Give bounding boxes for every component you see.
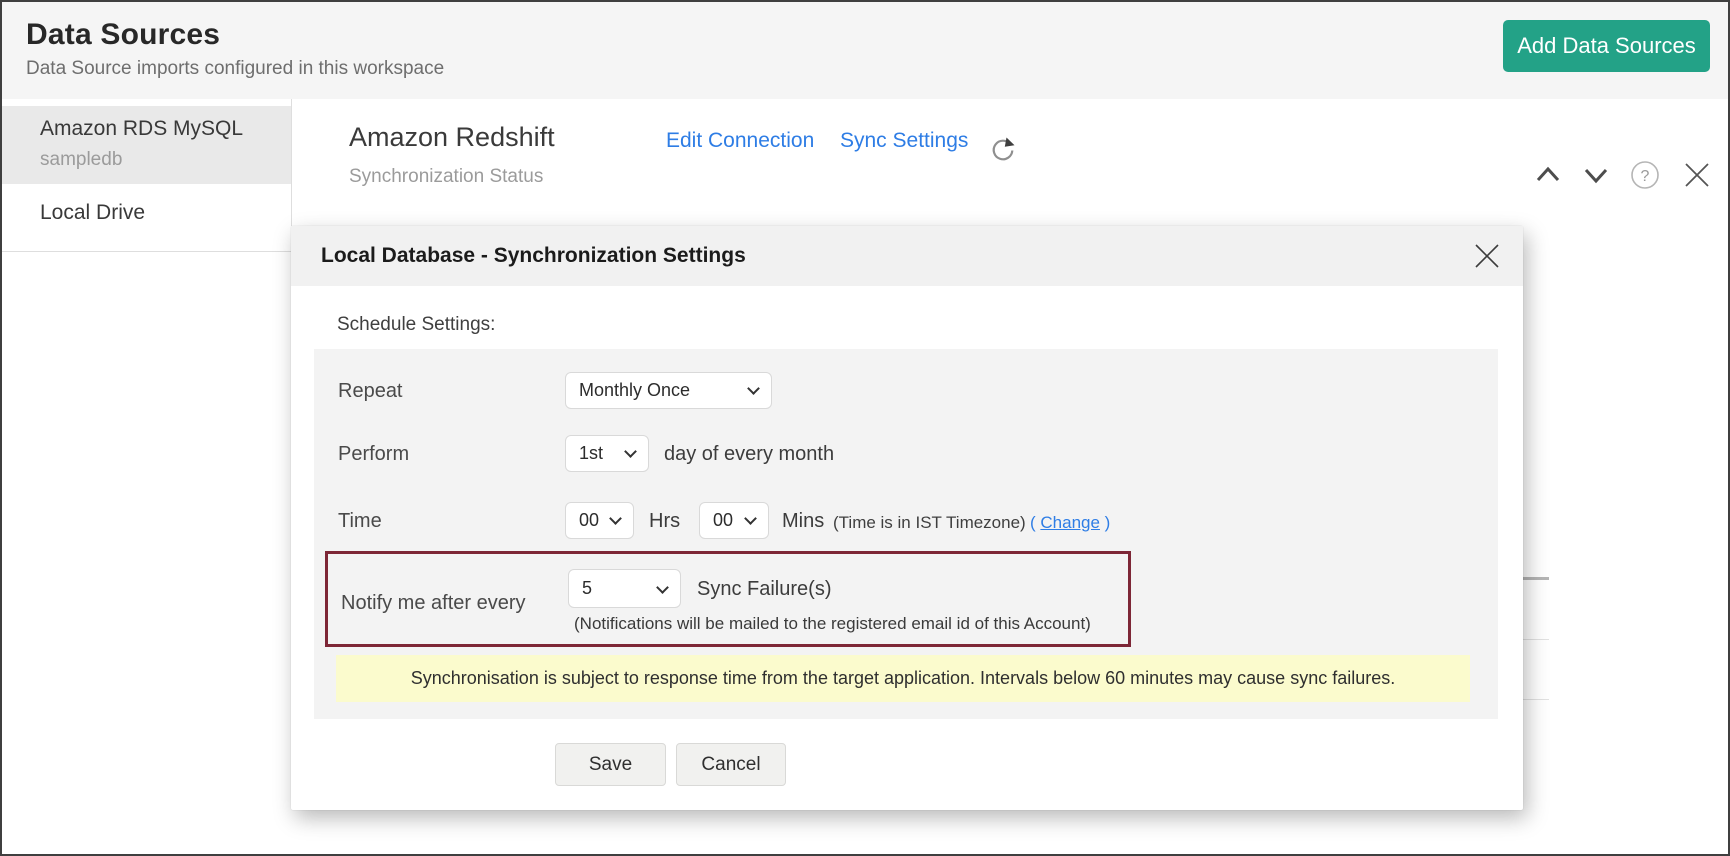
notify-note: (Notifications will be mailed to the reg… bbox=[574, 614, 1091, 634]
modal-header: Local Database - Synchronization Setting… bbox=[291, 226, 1523, 286]
modal-close-icon[interactable] bbox=[1473, 242, 1501, 270]
sidebar-item-local-drive[interactable]: Local Drive bbox=[2, 184, 291, 238]
refresh-icon[interactable] bbox=[988, 136, 1018, 166]
page-title: Data Sources bbox=[26, 18, 220, 52]
repeat-select-value: Monthly Once bbox=[579, 380, 690, 400]
sync-warning-banner: Synchronisation is subject to response t… bbox=[336, 655, 1470, 702]
repeat-label: Repeat bbox=[338, 380, 403, 403]
hours-suffix-label: Hrs bbox=[649, 510, 680, 533]
select-chevron-icon bbox=[744, 512, 757, 525]
cancel-button[interactable]: Cancel bbox=[676, 743, 786, 786]
perform-suffix-label: day of every month bbox=[664, 443, 834, 466]
synchronization-status-label: Synchronization Status bbox=[349, 166, 543, 188]
perform-label: Perform bbox=[338, 443, 409, 466]
help-icon[interactable]: ? bbox=[1630, 160, 1660, 190]
sidebar-item-sublabel: sampledb bbox=[40, 149, 291, 171]
time-hours-select-value: 00 bbox=[579, 510, 599, 530]
page-header: Data Sources Data Source imports configu… bbox=[2, 2, 1728, 99]
sync-settings-modal: Local Database - Synchronization Setting… bbox=[291, 226, 1523, 810]
schedule-settings-panel: Repeat Monthly Once Perform 1st day of e… bbox=[314, 349, 1498, 719]
save-button[interactable]: Save bbox=[555, 743, 666, 786]
notify-label: Notify me after every bbox=[341, 592, 526, 615]
modal-title: Local Database - Synchronization Setting… bbox=[321, 226, 746, 286]
select-chevron-icon bbox=[609, 512, 622, 525]
select-chevron-icon bbox=[624, 445, 637, 458]
change-link-text: Change bbox=[1040, 513, 1100, 532]
chevron-down-icon[interactable] bbox=[1582, 166, 1610, 186]
sync-settings-link[interactable]: Sync Settings bbox=[840, 129, 968, 153]
datasource-sidebar: Amazon RDS MySQL sampledb Local Drive bbox=[2, 99, 292, 252]
time-minutes-select[interactable]: 00 bbox=[699, 502, 769, 539]
background-table-line bbox=[1523, 699, 1549, 700]
datasource-title: Amazon Redshift bbox=[349, 122, 555, 153]
background-table-line bbox=[1523, 577, 1549, 580]
sync-failures-suffix-label: Sync Failure(s) bbox=[697, 578, 831, 601]
notify-count-select[interactable]: 5 bbox=[568, 569, 681, 608]
change-timezone-link[interactable]: ( Change ) bbox=[1030, 513, 1110, 533]
background-table-line bbox=[1523, 639, 1549, 640]
time-minutes-select-value: 00 bbox=[713, 510, 733, 530]
minutes-suffix-label: Mins bbox=[782, 510, 824, 533]
edit-connection-link[interactable]: Edit Connection bbox=[666, 129, 814, 153]
sidebar-item-label: Amazon RDS MySQL bbox=[40, 117, 291, 141]
time-label: Time bbox=[338, 510, 382, 533]
perform-day-select-value: 1st bbox=[579, 443, 603, 463]
select-chevron-icon bbox=[656, 581, 669, 594]
notify-highlight-box: Notify me after every 5 Sync Failure(s) … bbox=[325, 551, 1131, 647]
schedule-settings-label: Schedule Settings: bbox=[337, 314, 495, 336]
sidebar-item-label: Local Drive bbox=[40, 201, 291, 225]
sidebar-item-amazon-rds-mysql[interactable]: Amazon RDS MySQL sampledb bbox=[2, 106, 291, 184]
chevron-up-icon[interactable] bbox=[1534, 164, 1562, 184]
time-hours-select[interactable]: 00 bbox=[565, 502, 634, 539]
select-chevron-icon bbox=[747, 382, 760, 395]
page-subtitle: Data Source imports configured in this w… bbox=[26, 58, 444, 80]
repeat-select[interactable]: Monthly Once bbox=[565, 372, 772, 409]
perform-day-select[interactable]: 1st bbox=[565, 435, 649, 472]
change-link-prefix: ( bbox=[1030, 513, 1040, 532]
notify-count-select-value: 5 bbox=[582, 578, 592, 598]
svg-text:?: ? bbox=[1641, 168, 1650, 185]
add-data-sources-button[interactable]: Add Data Sources bbox=[1503, 20, 1710, 72]
change-link-suffix: ) bbox=[1100, 513, 1110, 532]
timezone-note: (Time is in IST Timezone) bbox=[833, 513, 1026, 533]
close-icon[interactable] bbox=[1682, 160, 1712, 190]
